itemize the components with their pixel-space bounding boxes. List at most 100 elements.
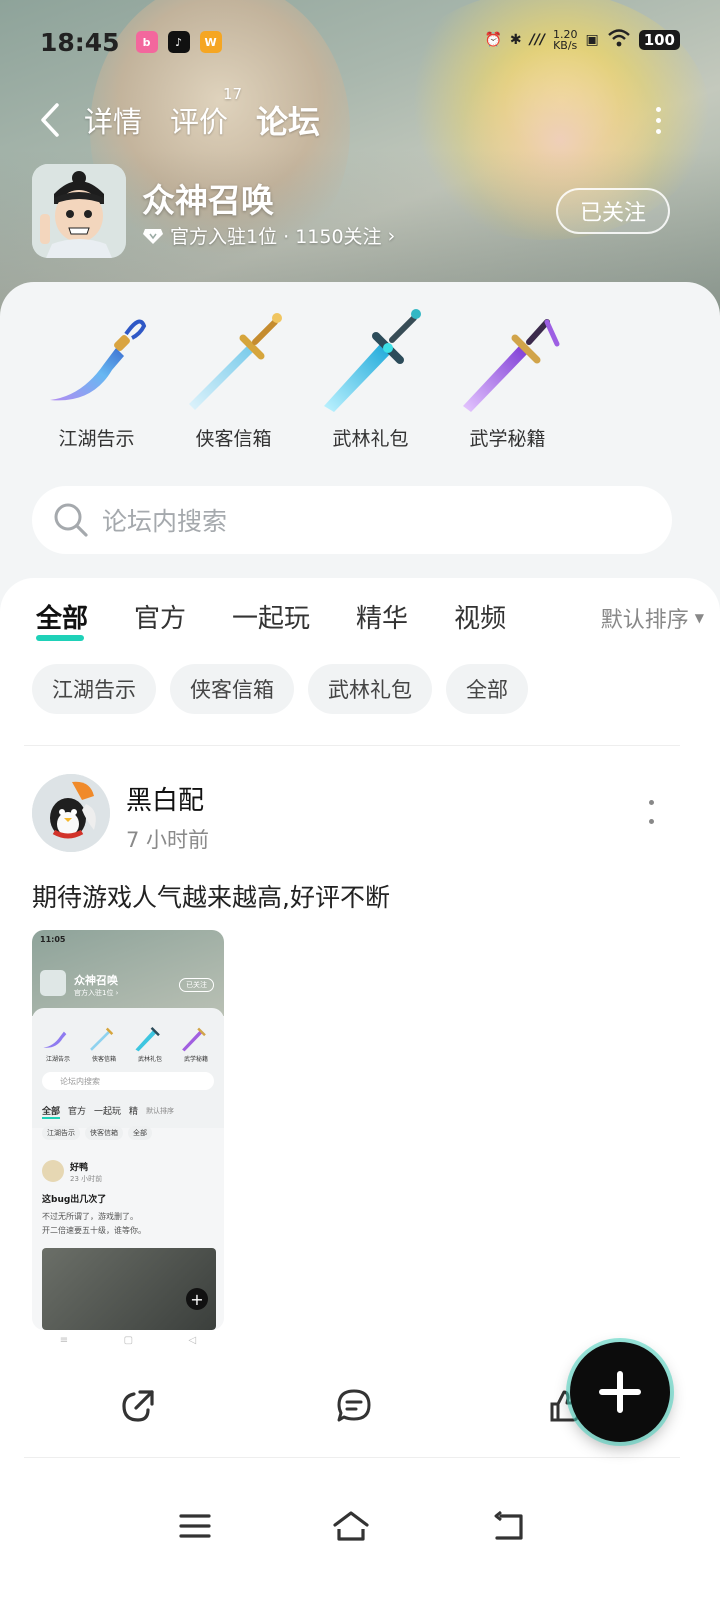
status-time: 18:45: [40, 27, 120, 57]
shot-weapon: 江湖告示: [36, 1018, 80, 1063]
category-panel: 江湖告示 侠客信箱 武林礼包 武学秘籍 论坛内搜索: [0, 282, 720, 622]
more-options-button[interactable]: [646, 102, 670, 138]
home-button[interactable]: [329, 1504, 373, 1548]
tab-reviews[interactable]: 评价 17: [170, 85, 242, 141]
shot-weapon: 武林礼包: [128, 1018, 172, 1063]
shot-tabs: 全部 官方 一起玩 精 默认排序: [42, 1104, 174, 1119]
wifi-icon: [607, 28, 631, 52]
shot-post-title: 这bug出几次了: [42, 1195, 107, 1205]
tab-details[interactable]: 详情: [84, 99, 142, 141]
post-text[interactable]: 期待游戏人气越来越高,好评不断: [32, 878, 390, 914]
sword-purple-icon: [182, 1027, 206, 1052]
tab-reviews-label: 评价: [170, 105, 229, 139]
chip-mailbox[interactable]: 侠客信箱: [170, 664, 294, 714]
shot-weapon-label: 武学秘籍: [183, 1056, 208, 1063]
home-icon: [333, 1511, 369, 1541]
shot-weapon: 侠客信箱: [82, 1018, 126, 1063]
shot-back-icon: ◁: [188, 1334, 197, 1346]
game-character-icon: [32, 164, 126, 258]
post-image[interactable]: 11:05 众神召唤 官方入驻1位 › 已关注 江湖告示 侠客信箱 武林礼包 武…: [32, 930, 224, 1330]
avatar[interactable]: [32, 774, 110, 852]
chip-all[interactable]: 全部: [446, 664, 528, 714]
shot-follow: 已关注: [179, 978, 214, 992]
shot-plus-icon: +: [186, 1288, 208, 1310]
follow-button[interactable]: 已关注: [556, 188, 670, 234]
comment-button[interactable]: [332, 1384, 376, 1428]
search-placeholder: 论坛内搜索: [102, 507, 228, 536]
feed-tab-official[interactable]: 官方: [134, 598, 186, 635]
chevron-right-icon: ›: [387, 224, 396, 247]
signal-icon: ///: [529, 32, 545, 48]
share-button[interactable]: [116, 1384, 160, 1428]
shot-home-icon: ▢: [123, 1334, 134, 1346]
plus-icon: [599, 1371, 641, 1413]
shot-weapon-label: 武林礼包: [137, 1056, 162, 1063]
shot-post-time: 23 小时前: [70, 1175, 103, 1183]
shot-chip: 侠客信箱: [85, 1126, 123, 1140]
net-speed-unit: KB/s: [553, 39, 578, 52]
back-nav-button[interactable]: [486, 1504, 530, 1548]
category-announcements[interactable]: 江湖告示: [28, 304, 165, 451]
shot-post-body: 不过无所谓了，游戏删了。 开二倍速要五十级，谁等你。: [42, 1210, 146, 1238]
status-right: ⏰ ✱ /// 1.20 KB/s ▣ 100: [484, 28, 680, 52]
shot-post-line: 不过无所谓了，游戏删了。: [42, 1212, 138, 1221]
battery-indicator: 100: [638, 30, 680, 50]
category-list: 江湖告示 侠客信箱 武林礼包 武学秘籍: [28, 304, 576, 451]
feed-tab-play-together[interactable]: 一起玩: [232, 598, 310, 635]
shot-title: 众神召唤: [74, 974, 118, 987]
bluetooth-icon: ✱: [509, 32, 522, 48]
tab-forum[interactable]: 论坛: [256, 97, 323, 147]
chip-announcements[interactable]: 江湖告示: [32, 664, 156, 714]
shot-chip: 全部: [128, 1126, 152, 1140]
game-meta[interactable]: 官方入驻1位 · 1150关注 ›: [142, 222, 395, 249]
comment-icon: [337, 1389, 371, 1422]
create-post-button[interactable]: [565, 1337, 675, 1447]
feed-tab-featured[interactable]: 精华: [356, 598, 408, 635]
shot-nav-bar: ≡ ▢ ◁: [32, 1330, 224, 1350]
scimitar-icon: [49, 319, 146, 401]
shot-search-text: 论坛内搜索: [60, 1076, 100, 1086]
game-avatar[interactable]: [32, 164, 126, 258]
weibo-icon: W: [199, 31, 222, 53]
sort-label: 默认排序: [600, 608, 689, 633]
sort-dropdown[interactable]: 默认排序 ▼: [601, 602, 704, 634]
post-more-button[interactable]: [646, 800, 656, 824]
menu-button[interactable]: [173, 1504, 217, 1548]
shot-avatar: [40, 970, 66, 996]
shot-tab: 一起玩: [94, 1107, 122, 1117]
category-manual[interactable]: 武学秘籍: [439, 304, 576, 451]
category-label: 武学秘籍: [469, 428, 546, 450]
caret-down-icon: ▼: [694, 611, 704, 625]
sword-cyan-icon: [135, 1027, 160, 1052]
penguin-avatar-icon: [32, 774, 110, 852]
post-time: 7 小时前: [126, 828, 210, 852]
top-nav: 详情 评价 17 论坛: [30, 85, 334, 148]
divider: [24, 745, 680, 746]
menu-icon: [179, 1514, 211, 1538]
shot-post-user: 好鸭: [70, 1163, 89, 1173]
divider: [24, 1457, 680, 1458]
system-nav-bar: [0, 1490, 720, 1560]
feed-tab-all[interactable]: 全部: [36, 598, 88, 641]
forum-search-input[interactable]: 论坛内搜索: [32, 486, 672, 554]
shot-chip: 江湖告示: [42, 1126, 80, 1140]
reviews-count-badge: 17: [222, 85, 243, 103]
alarm-icon: ⏰: [484, 32, 502, 48]
back-button[interactable]: [30, 100, 70, 140]
category-giftpack[interactable]: 武林礼包: [302, 304, 439, 451]
shot-weapon: 武学秘籍: [174, 1018, 218, 1063]
shot-search: 论坛内搜索: [42, 1072, 214, 1090]
shot-weapon-label: 江湖告示: [45, 1056, 70, 1063]
feed-tabs: 全部 官方 一起玩 精华 视频: [36, 598, 552, 641]
chip-giftpack[interactable]: 武林礼包: [308, 664, 432, 714]
share-icon: [122, 1390, 154, 1422]
post-username[interactable]: 黑白配: [126, 780, 204, 817]
game-meta-text: 官方入驻1位 · 1150关注: [170, 226, 382, 248]
sword-blue-icon: [90, 1027, 114, 1051]
bilibili-icon: b: [135, 31, 158, 53]
sim-icon: ▣: [585, 32, 599, 48]
category-mailbox[interactable]: 侠客信箱: [165, 304, 302, 451]
feed-tab-video[interactable]: 视频: [454, 598, 506, 635]
shot-post-line: 开二倍速要五十级，谁等你。: [42, 1226, 146, 1235]
shot-chips: 江湖告示 侠客信箱 全部: [42, 1126, 152, 1140]
